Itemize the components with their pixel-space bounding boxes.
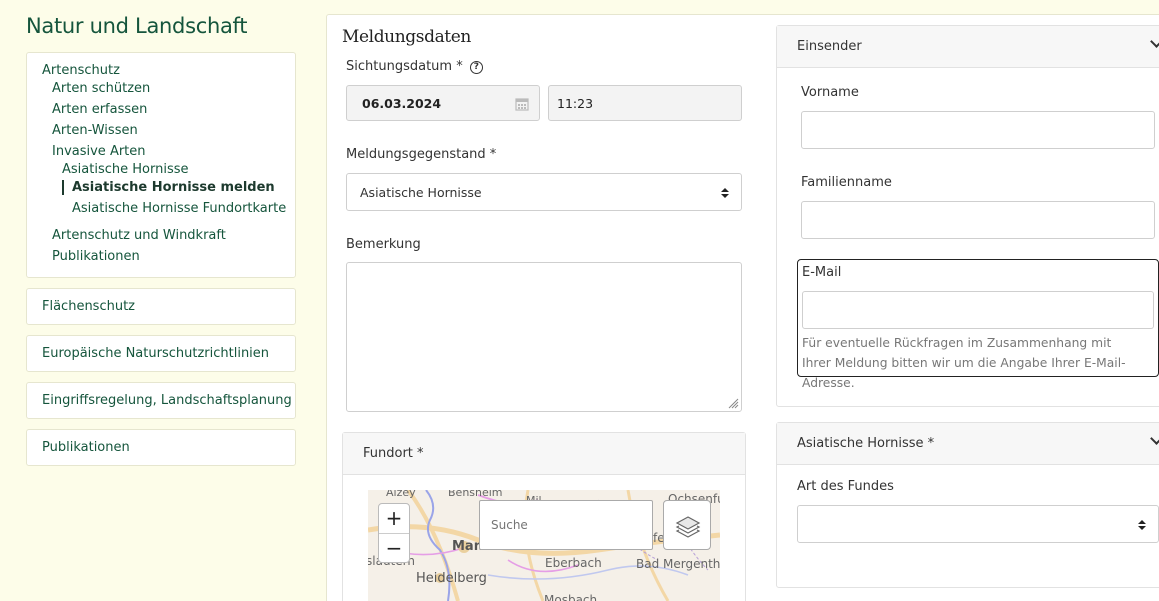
hornisse-header[interactable]: Asiatische Hornisse * xyxy=(777,423,1159,465)
sidebar-item-arten-schuetzen[interactable]: Arten schützen xyxy=(52,81,150,96)
map-label-mosbach: Mosbach xyxy=(544,593,597,601)
sidebar-nav: Artenschutz Arten schützen Arten erfasse… xyxy=(26,52,296,278)
map-layers-button[interactable] xyxy=(663,500,711,550)
select-arrows-icon xyxy=(721,188,729,198)
sidebar-item-invasive-arten[interactable]: Invasive Arten xyxy=(52,144,146,159)
date-label-text: Sichtungsdatum * xyxy=(346,59,463,74)
chevron-down-icon[interactable] xyxy=(1150,35,1159,48)
category-label: Europäische Naturschutzrichtlinien xyxy=(42,346,270,361)
familienname-label: Familienname xyxy=(801,175,892,190)
date-input[interactable]: 06.03.2024 xyxy=(346,85,540,121)
sidebar-item-asiatische-hornisse[interactable]: Asiatische Hornisse xyxy=(62,162,188,177)
form-section-title: Meldungsdaten xyxy=(342,27,471,47)
map-search-box xyxy=(479,500,653,550)
vorname-label: Vorname xyxy=(801,85,859,100)
vorname-input[interactable] xyxy=(801,111,1155,149)
email-help-text: Für eventuelle Rückfragen im Zusammenhan… xyxy=(802,336,1126,390)
sidebar-category-flaechenschutz[interactable]: Flächenschutz xyxy=(26,288,296,325)
chevron-down-icon[interactable] xyxy=(1150,432,1159,445)
zoom-out-button[interactable]: − xyxy=(379,533,409,562)
map-label-heidelberg: Heidelberg xyxy=(416,571,487,586)
art-des-fundes-label: Art des Fundes xyxy=(797,479,894,494)
email-input[interactable] xyxy=(802,291,1154,329)
layers-icon xyxy=(675,516,701,538)
sidebar-item-arten-wissen[interactable]: Arten-Wissen xyxy=(52,123,138,138)
zoom-in-button[interactable]: + xyxy=(379,504,409,533)
email-label: E-Mail xyxy=(802,265,842,280)
sidebar-category-naturschutzrichtlinien[interactable]: Europäische Naturschutzrichtlinien xyxy=(26,335,296,372)
sidebar-item-arten-erfassen[interactable]: Arten erfassen xyxy=(52,102,147,117)
category-label: Publikationen xyxy=(42,440,130,455)
art-des-fundes-select[interactable] xyxy=(797,505,1159,543)
date-label: Sichtungsdatum * ? xyxy=(346,59,483,74)
map-search-input[interactable] xyxy=(491,518,641,532)
time-value: 11:23 xyxy=(557,96,594,111)
map-label-bad-mergentheim: Bad Mergenthei xyxy=(636,557,720,571)
sidebar-item-publikationen[interactable]: Publikationen xyxy=(52,249,140,264)
map-label-bensheim: Bensheim xyxy=(448,490,503,499)
einsender-header[interactable]: Einsender xyxy=(777,26,1159,68)
active-indicator xyxy=(62,180,64,195)
hornisse-title: Asiatische Hornisse * xyxy=(797,436,935,451)
subject-select[interactable]: Asiatische Hornisse xyxy=(346,173,742,211)
date-value: 06.03.2024 xyxy=(362,96,442,111)
sidebar-category-publikationen[interactable]: Publikationen xyxy=(26,429,296,466)
help-icon[interactable]: ? xyxy=(469,61,483,74)
map-zoom-control: + − xyxy=(378,503,410,563)
map-label-alzey: Alzey xyxy=(386,490,416,499)
category-label: Flächenschutz xyxy=(42,299,135,314)
sidebar-item-hornisse-melden[interactable]: Asiatische Hornisse melden xyxy=(72,180,275,195)
sidebar-item-artenschutz-windkraft[interactable]: Artenschutz und Windkraft xyxy=(52,228,226,243)
subject-value: Asiatische Hornisse xyxy=(360,185,482,200)
map-label-eberbach: Eberbach xyxy=(545,556,602,570)
fundort-header: Fundort * xyxy=(343,433,745,475)
category-label: Eingriffsregelung, Landschaftsplanung xyxy=(42,393,292,408)
subject-label: Meldungsgegenstand * xyxy=(346,147,497,162)
select-arrows-icon xyxy=(1138,520,1146,530)
fundort-title: Fundort * xyxy=(363,446,424,461)
resize-handle-icon[interactable] xyxy=(728,398,739,409)
remark-textarea[interactable] xyxy=(346,262,742,412)
sidebar-category-eingriffsregelung[interactable]: Eingriffsregelung, Landschaftsplanung xyxy=(26,382,296,419)
familienname-input[interactable] xyxy=(801,201,1155,239)
sidebar-item-hornisse-fundortkarte[interactable]: Asiatische Hornisse Fundortkarte xyxy=(72,201,286,216)
time-input[interactable]: 11:23 xyxy=(548,85,742,121)
remark-label: Bemerkung xyxy=(346,237,421,252)
section-title: Natur und Landschaft xyxy=(26,14,248,38)
einsender-title: Einsender xyxy=(797,39,862,54)
sidebar-item-artenschutz[interactable]: Artenschutz xyxy=(42,63,120,78)
calendar-icon[interactable] xyxy=(515,97,529,111)
